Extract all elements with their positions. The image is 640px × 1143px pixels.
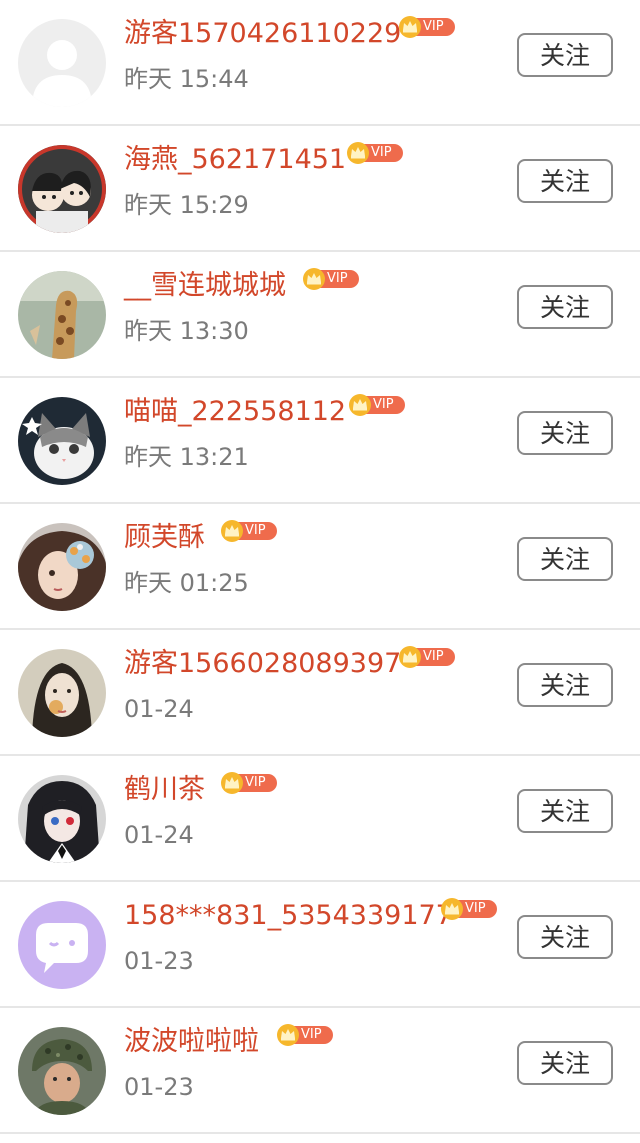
vip-label: VIP [371, 145, 392, 160]
timestamp: 昨天 15:29 [124, 191, 249, 219]
vip-badge: VIP [302, 267, 360, 291]
avatar[interactable] [18, 1027, 106, 1115]
avatar[interactable] [18, 397, 106, 485]
timestamp: 01-24 [124, 695, 194, 723]
avatar[interactable] [18, 775, 106, 863]
user-name[interactable]: 波波啦啦啦 [124, 1022, 259, 1062]
vip-label: VIP [373, 397, 394, 412]
vip-label: VIP [245, 523, 266, 538]
user-name[interactable]: 鹤川茶 [124, 770, 205, 810]
timestamp: 昨天 13:30 [124, 317, 249, 345]
follow-button[interactable]: 关注 [517, 537, 613, 581]
user-name[interactable]: 海燕_562171451 [124, 140, 346, 180]
list-item[interactable]: 游客1570426110229 VIP 昨天 15:44 关注 [0, 0, 640, 126]
list-item[interactable]: 波波啦啦啦 VIP 01-23 关注 [0, 1008, 640, 1134]
follow-button[interactable]: 关注 [517, 33, 613, 77]
user-name[interactable]: 游客1570426110229 [124, 14, 401, 54]
list-item[interactable]: 顾芙酥 VIP 昨天 01:25 关注 [0, 504, 640, 630]
follow-button[interactable]: 关注 [517, 159, 613, 203]
list-item[interactable]: 158***831_5354339177 VIP 01-23 关注 [0, 882, 640, 1008]
list-item[interactable]: 海燕_562171451 VIP 昨天 15:29 关注 [0, 126, 640, 252]
user-name[interactable]: 158***831_5354339177 [124, 896, 453, 936]
timestamp: 01-23 [124, 947, 194, 975]
follower-list: 游客1570426110229 VIP 昨天 15:44 关注 海燕_562171451… [0, 0, 640, 1143]
user-name[interactable]: 游客1566028089397 [124, 644, 401, 684]
timestamp: 昨天 01:25 [124, 569, 249, 597]
vip-label: VIP [423, 19, 444, 34]
vip-badge: VIP [348, 393, 406, 417]
timestamp: 昨天 15:44 [124, 65, 249, 93]
vip-label: VIP [245, 775, 266, 790]
vip-badge: VIP [398, 645, 456, 669]
avatar[interactable] [18, 145, 106, 233]
vip-label: VIP [327, 271, 348, 286]
vip-badge: VIP [220, 771, 278, 795]
timestamp: 昨天 13:21 [124, 443, 249, 471]
vip-badge: VIP [440, 897, 498, 921]
user-name[interactable]: 喵喵_222558112 [124, 392, 346, 432]
vip-label: VIP [301, 1027, 322, 1042]
avatar[interactable] [18, 523, 106, 611]
list-item[interactable]: 鹤川茶 VIP 01-24 关注 [0, 756, 640, 882]
vip-label: VIP [423, 649, 444, 664]
follow-button[interactable]: 关注 [517, 411, 613, 455]
timestamp: 01-23 [124, 1073, 194, 1101]
list-item[interactable]: 游客1566028089397 VIP 01-24 关注 [0, 630, 640, 756]
vip-badge: VIP [276, 1023, 334, 1047]
user-name[interactable]: 顾芙酥 [124, 518, 205, 558]
timestamp: 01-24 [124, 821, 194, 849]
list-item[interactable]: 喵喵_222558112 VIP 昨天 13:21 关注 [0, 378, 640, 504]
vip-badge: VIP [346, 141, 404, 165]
avatar[interactable] [18, 19, 106, 107]
avatar[interactable] [18, 271, 106, 359]
follow-button[interactable]: 关注 [517, 663, 613, 707]
avatar[interactable] [18, 649, 106, 737]
follow-button[interactable]: 关注 [517, 789, 613, 833]
list-item[interactable]: __雪连城城城 VIP 昨天 13:30 关注 [0, 252, 640, 378]
avatar[interactable] [18, 901, 106, 989]
vip-label: VIP [465, 901, 486, 916]
user-name[interactable]: __雪连城城城 [124, 266, 286, 306]
follow-button[interactable]: 关注 [517, 285, 613, 329]
follow-button[interactable]: 关注 [517, 915, 613, 959]
vip-badge: VIP [398, 15, 456, 39]
follow-button[interactable]: 关注 [517, 1041, 613, 1085]
vip-badge: VIP [220, 519, 278, 543]
